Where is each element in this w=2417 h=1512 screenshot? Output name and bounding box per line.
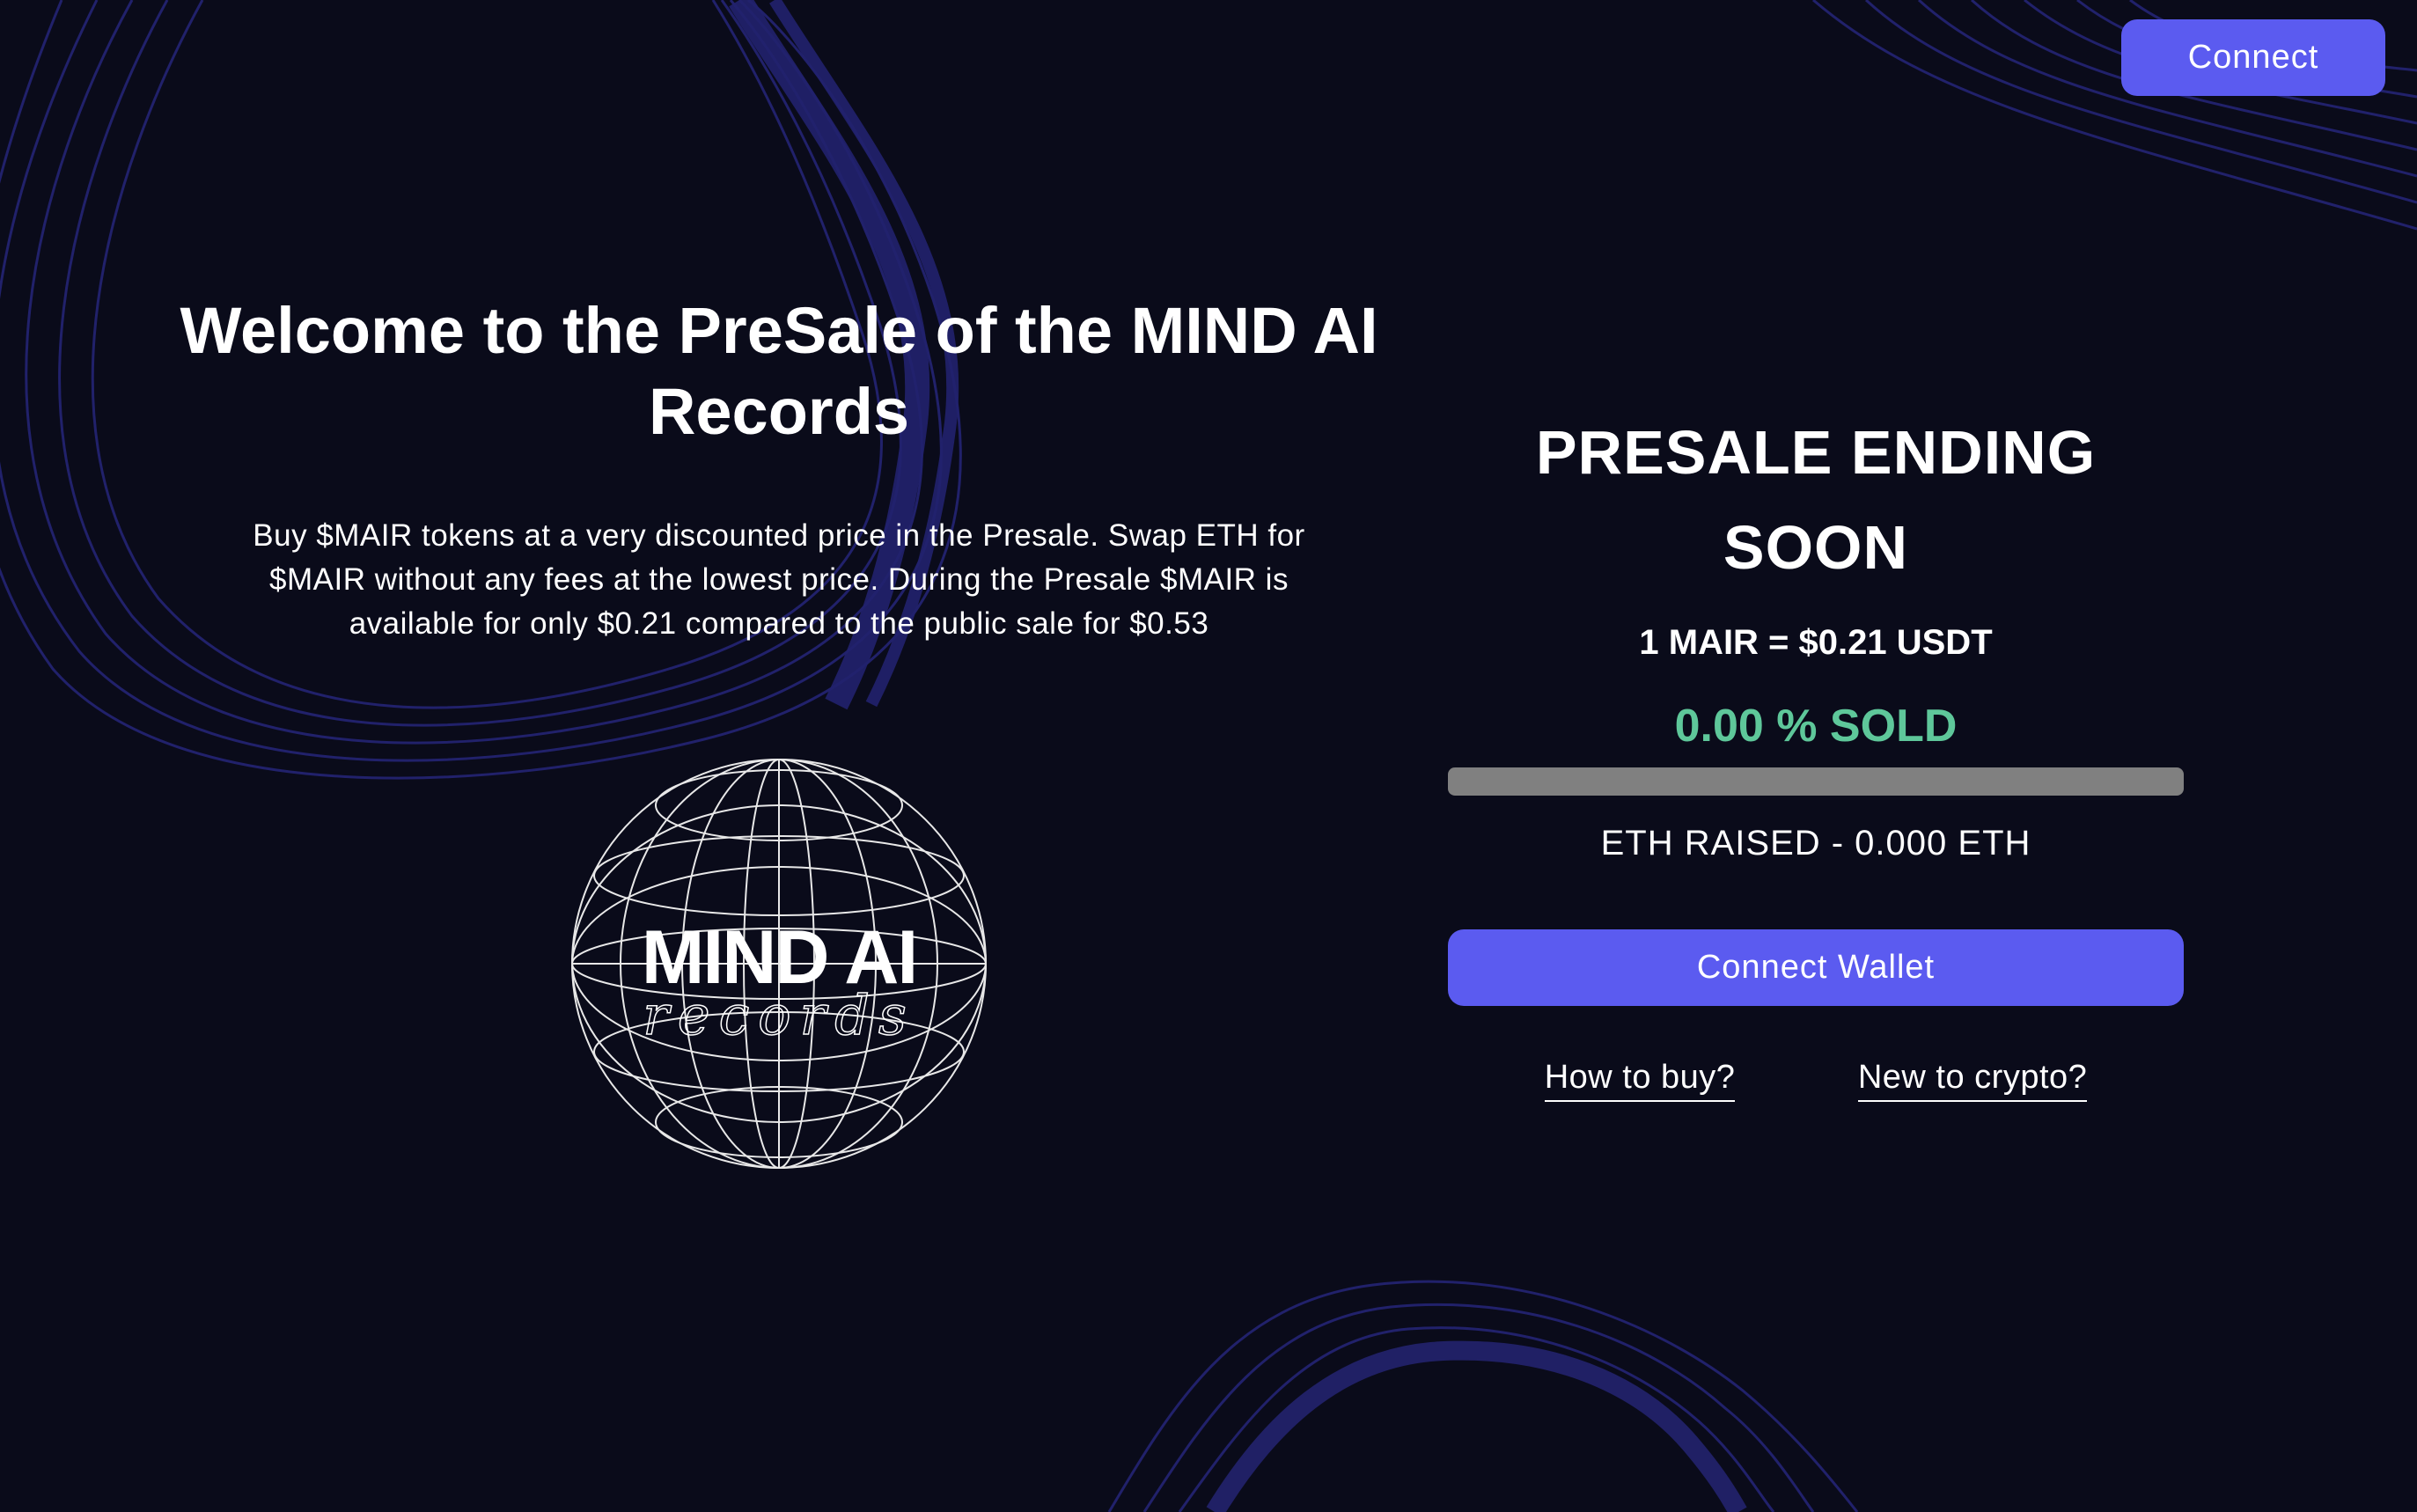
eth-raised: ETH RAISED - 0.000 ETH (1600, 824, 2031, 862)
mind-ai-records-logo: MIND AI records (563, 752, 995, 1175)
connect-wallet-button[interactable]: Connect Wallet (1448, 929, 2184, 1006)
presale-heading: PRESALE ENDING SOON (1535, 418, 2097, 582)
hero-title: Welcome to the PreSale of the MIND AI Re… (180, 294, 1378, 448)
new-to-crypto-link[interactable]: New to crypto? (1857, 1059, 2088, 1102)
logo-sub-text: records (642, 983, 915, 1047)
sold-percentage: 0.00 % SOLD (1674, 701, 1958, 752)
hero-section: Welcome to the PreSale of the MIND AI Re… (176, 290, 1382, 646)
presale-page: Connect Welcome to the PreSale of the MI… (0, 0, 2417, 1512)
hero-description: Buy $MAIR tokens at a very discounted pr… (253, 518, 1305, 641)
presale-panel: PRESALE ENDING SOON 1 MAIR = $0.21 USDT … (1448, 405, 2184, 1102)
how-to-buy-link[interactable]: How to buy? (1544, 1059, 1736, 1102)
header-connect-button[interactable]: Connect (2121, 19, 2385, 96)
help-links: How to buy? New to crypto? (1448, 1059, 2184, 1102)
sold-progress-bar (1448, 767, 2184, 796)
token-rate: 1 MAIR = $0.21 USDT (1639, 623, 1993, 662)
